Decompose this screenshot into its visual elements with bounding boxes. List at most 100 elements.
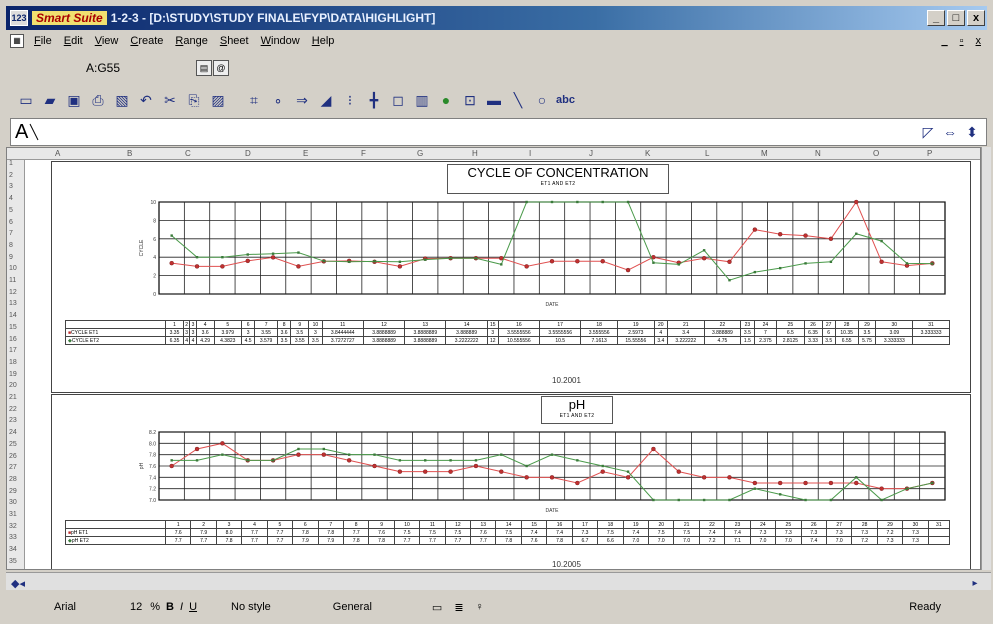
table-cell[interactable]: 7.5 xyxy=(495,528,522,537)
row-18[interactable]: 18 xyxy=(9,359,17,366)
table-cell[interactable]: 7.8 xyxy=(317,528,344,537)
function-icon[interactable]: @ xyxy=(213,60,229,76)
decimal-icon[interactable]: ▭ xyxy=(432,601,442,614)
column-c[interactable]: C xyxy=(185,149,191,158)
menu-range[interactable]: Range xyxy=(169,35,213,47)
table-cell[interactable]: 7.7 xyxy=(241,536,268,545)
table-cell[interactable]: 3.55 xyxy=(254,328,278,337)
table-cell[interactable]: 18 xyxy=(580,320,618,329)
table-cell[interactable]: 7.5 xyxy=(444,528,472,537)
table-cell[interactable]: 21 xyxy=(673,520,700,529)
table-cell[interactable]: 7.0 xyxy=(673,536,700,545)
minimize-button[interactable]: _ xyxy=(927,10,945,26)
table-cell[interactable]: 7.6 xyxy=(368,528,395,537)
table-cell[interactable]: 7.4 xyxy=(724,528,751,537)
table-cell[interactable]: 31 xyxy=(912,320,950,329)
column-i[interactable]: I xyxy=(529,149,531,158)
table-cell[interactable]: 7.7 xyxy=(266,536,294,545)
table-cell[interactable]: 30 xyxy=(875,320,914,329)
table-cell[interactable]: 3.5555556 xyxy=(497,328,541,337)
paste-icon[interactable]: ▨ xyxy=(208,90,228,110)
table-cell[interactable]: 6 xyxy=(240,320,256,329)
copy-icon[interactable]: ⎘ xyxy=(184,90,204,110)
menu-window[interactable]: Window xyxy=(255,35,306,47)
table-cell[interactable]: 2.375 xyxy=(753,336,778,345)
row-8[interactable]: 8 xyxy=(9,242,13,249)
table-cell[interactable]: 31 xyxy=(927,520,951,529)
table-cell[interactable]: 7 xyxy=(753,328,778,337)
table-cell[interactable]: 7.1613 xyxy=(580,336,618,345)
table-cell[interactable]: 6.35 xyxy=(803,328,823,337)
table-cell[interactable]: 7.0 xyxy=(749,536,777,545)
row-34[interactable]: 34 xyxy=(9,546,17,553)
row-1[interactable]: 1 xyxy=(9,160,13,167)
table-cell[interactable]: 7.6 xyxy=(520,536,548,545)
print-icon[interactable]: ⎙ xyxy=(88,90,108,110)
row-2[interactable]: 2 xyxy=(9,172,13,179)
table-cell[interactable]: 7.4 xyxy=(698,528,726,537)
table-cell[interactable]: 3 xyxy=(486,328,499,337)
table-cell[interactable]: 3.333333 xyxy=(875,336,914,345)
row-11[interactable]: 11 xyxy=(9,277,16,284)
table-cell[interactable]: 7.8 xyxy=(546,536,573,545)
table-cell[interactable]: 7.5 xyxy=(393,528,421,537)
table-cell[interactable]: 16 xyxy=(497,320,541,329)
column-o[interactable]: O xyxy=(873,149,879,158)
table-cell[interactable]: 8.0 xyxy=(215,528,243,537)
chart-icon[interactable]: ⌗ xyxy=(244,90,264,110)
table-cell[interactable]: 7.3 xyxy=(800,528,827,537)
table-cell[interactable]: 9 xyxy=(290,320,310,329)
status-style[interactable]: No style xyxy=(231,601,271,613)
table-cell[interactable]: 7.7 xyxy=(164,536,192,545)
doc-restore-button[interactable]: ▫ xyxy=(954,35,970,47)
row-26[interactable]: 26 xyxy=(9,453,17,460)
table-cell[interactable]: 7.7 xyxy=(342,528,370,537)
column-p[interactable]: P xyxy=(927,149,932,158)
table-cell[interactable]: 30 xyxy=(902,520,929,529)
table-cell[interactable]: 7.3 xyxy=(902,536,929,545)
row-13[interactable]: 13 xyxy=(9,300,17,307)
table-cell[interactable]: 15 xyxy=(520,520,548,529)
table-cell[interactable]: 7.3 xyxy=(749,528,777,537)
status-size[interactable]: 12 xyxy=(130,601,142,613)
ph-chart[interactable]: 7.0 7.2 7.4 7.6 7.8 8.0 8.2 pH DATE xyxy=(137,426,949,514)
table-cell[interactable]: 29 xyxy=(876,520,904,529)
table-cell[interactable]: 7.7 xyxy=(444,536,472,545)
italic-icon[interactable]: I xyxy=(180,601,183,613)
table-cell[interactable]: 7.3 xyxy=(902,528,929,537)
document-icon[interactable]: ▦ xyxy=(10,34,24,48)
scroll-right-icon[interactable]: ▸ xyxy=(965,573,985,593)
table-cell[interactable]: 3.5555556 xyxy=(539,328,582,337)
table-cell[interactable]: 7.0 xyxy=(622,536,650,545)
worksheet[interactable]: ABCDEFGHIJKLMNOP 1 2 3 4 5 6 7 8 9 10 11 12 13 14 15 16… xyxy=(6,147,981,570)
table-cell[interactable]: 12 xyxy=(362,320,406,329)
table-cell[interactable]: 4.3823 xyxy=(213,336,242,345)
table-cell[interactable]: 4 xyxy=(195,320,215,329)
table-cell[interactable] xyxy=(927,528,951,537)
table-cell[interactable]: 7.7 xyxy=(241,528,268,537)
table-cell[interactable]: 2.5973 xyxy=(616,328,655,337)
table-cell[interactable]: 26 xyxy=(803,320,823,329)
table-cell[interactable]: 3.09 xyxy=(875,328,914,337)
table-cell[interactable]: 7.5 xyxy=(673,528,700,537)
navigator-icon[interactable]: ▤ xyxy=(196,60,212,76)
arrow-icon[interactable]: ⇒ xyxy=(292,90,312,110)
table-cell[interactable]: 7.9 xyxy=(190,528,217,537)
table-cell[interactable]: 7.4 xyxy=(520,528,548,537)
table-cell[interactable]: 3.8888889 xyxy=(362,336,406,345)
column-d[interactable]: D xyxy=(245,149,251,158)
cell-reference[interactable]: A:G55 xyxy=(86,61,196,75)
table-cell[interactable]: 7.8 xyxy=(495,536,522,545)
table-cell[interactable]: 7.5 xyxy=(597,528,624,537)
table-cell[interactable]: 3.888889 xyxy=(445,328,488,337)
table-cell[interactable]: 7.6 xyxy=(164,528,192,537)
table-cell[interactable]: 7.4 xyxy=(546,528,573,537)
table-cell[interactable]: 26 xyxy=(800,520,827,529)
table-cell[interactable]: 19 xyxy=(622,520,650,529)
row-6[interactable]: 6 xyxy=(9,219,13,226)
cut-icon[interactable]: ✂ xyxy=(160,90,180,110)
table-cell[interactable]: 13 xyxy=(404,320,447,329)
table-cell[interactable]: 7.3 xyxy=(571,528,599,537)
row-25[interactable]: 25 xyxy=(9,441,17,448)
table-cell[interactable]: 3.222222 xyxy=(666,336,705,345)
